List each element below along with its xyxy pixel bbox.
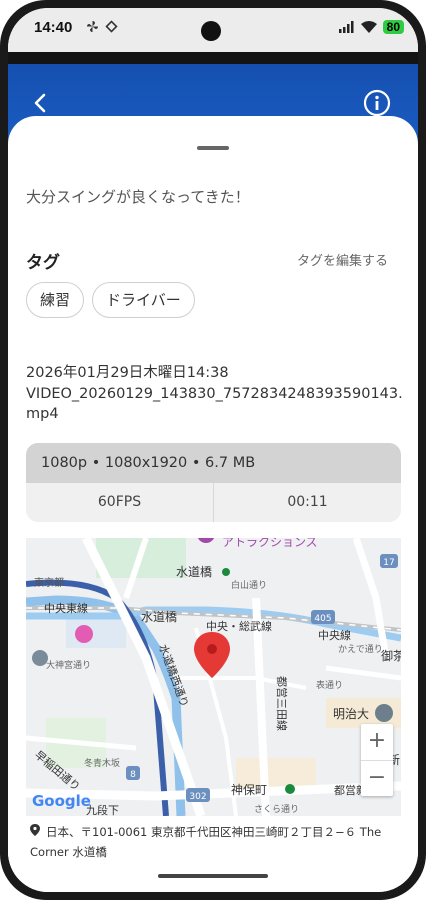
- map-label-tokyo: 東京都: [34, 576, 64, 589]
- back-arrow-icon[interactable]: [30, 92, 52, 114]
- wifi-icon: [360, 21, 377, 33]
- map-label-chuo-sobu: 中央・総武線: [206, 619, 272, 633]
- map-label-ohashi: 大神宮通り: [46, 659, 91, 671]
- map-label-jimbocho: 神保町: [231, 783, 267, 797]
- drag-handle[interactable]: [197, 146, 229, 150]
- resolution-size-summary: 1080p • 1080x1920 • 6.7 MB: [26, 443, 401, 483]
- battery-indicator: 80: [382, 20, 404, 34]
- map-label-chuo-east: 中央東線: [44, 601, 88, 615]
- route-302-label: 302: [189, 792, 206, 802]
- map-label-fuyu: 冬青木坂: [84, 757, 120, 769]
- specs-row: 60FPS 00:11: [26, 483, 401, 522]
- location-map[interactable]: 405 17 302 8 アトラクションズ 水道橋 東京都 中央東線 水道橋 中…: [26, 538, 401, 816]
- map-label-chuo: 中央線: [318, 628, 351, 642]
- signal-icon: [338, 21, 354, 33]
- map-pin-icon: [30, 824, 40, 836]
- camera-cutout: [201, 21, 221, 41]
- video-specs: 1080p • 1080x1920 • 6.7 MB 60FPS 00:11: [26, 443, 401, 522]
- map-label-attractions: アトラクションズ: [222, 538, 318, 549]
- map-label-ocha: 御茶: [381, 648, 401, 663]
- phone-frame: 14:40 80 大分スイングが良くなってきた！ タグ タグを編集する 練習 ド…: [0, 0, 426, 900]
- video-caption: 大分スイングが良くなってきた！: [26, 188, 250, 206]
- jimbocho-station-icon: [285, 784, 295, 794]
- map-label-kaede: かえで通り: [338, 644, 383, 655]
- status-time: 14:40: [34, 19, 73, 36]
- place-poi-icon: [32, 650, 48, 666]
- tag-chips: 練習 ドライバー: [26, 282, 195, 318]
- route-8-label: 8: [130, 770, 136, 780]
- details-sheet: 大分スイングが良くなってきた！ タグ タグを編集する 練習 ドライバー 2026…: [8, 116, 418, 892]
- station-poi-icon: [222, 568, 230, 576]
- google-logo: Google: [32, 792, 91, 810]
- hotel-poi-icon: [75, 625, 93, 643]
- status-notification-icons: [86, 20, 118, 33]
- status-system-icons: 80: [338, 20, 404, 34]
- info-icon[interactable]: [362, 88, 392, 118]
- gesture-nav-bar[interactable]: [158, 874, 268, 878]
- fan-icon: [87, 21, 98, 32]
- map-label-suidobashi-2: 水道橋: [141, 610, 177, 624]
- route-405-label: 405: [314, 614, 331, 624]
- status-divider: [8, 52, 418, 64]
- zoom-controls: + −: [361, 724, 393, 796]
- edit-tags-button[interactable]: タグを編集する: [297, 250, 388, 269]
- diamond-icon: [105, 20, 118, 33]
- tag-chip[interactable]: 練習: [26, 282, 85, 318]
- zoom-in-button[interactable]: +: [361, 724, 393, 761]
- map-label-sakura: さくら通り: [254, 804, 299, 815]
- fps-value: 60FPS: [97, 494, 142, 510]
- video-filename: VIDEO_20260129_143830_757283424839359014…: [26, 386, 403, 422]
- route-17-label: 17: [383, 558, 394, 568]
- address-text: 日本、〒101-0061 東京都千代田区神田三崎町２丁目２−６ The Corn…: [30, 825, 382, 859]
- map-label-meiji: 明治大: [333, 707, 369, 721]
- map-label-omote: 表通り: [316, 679, 343, 691]
- map-canvas: 405 17 302 8 アトラクションズ 水道橋 東京都 中央東線 水道橋 中…: [26, 538, 401, 816]
- school-poi-icon: [375, 704, 393, 722]
- recorded-datetime: 2026年01月29日木曜日14:38: [26, 365, 229, 381]
- zoom-out-button[interactable]: −: [361, 761, 393, 797]
- status-bar: 14:40 80: [8, 8, 418, 52]
- map-label-toei: 都営三田線: [275, 676, 289, 731]
- map-label-hakusan: 白山通り: [231, 579, 267, 591]
- tags-heading: タグ: [26, 253, 60, 273]
- map-label-suidobashi: 水道橋: [176, 565, 212, 579]
- screen: 14:40 80 大分スイングが良くなってきた！ タグ タグを編集する 練習 ド…: [8, 8, 418, 892]
- tag-chip[interactable]: ドライバー: [92, 282, 195, 318]
- duration-value: 00:11: [213, 483, 401, 522]
- location-address: 日本、〒101-0061 東京都千代田区神田三崎町２丁目２−６ The Corn…: [30, 822, 400, 862]
